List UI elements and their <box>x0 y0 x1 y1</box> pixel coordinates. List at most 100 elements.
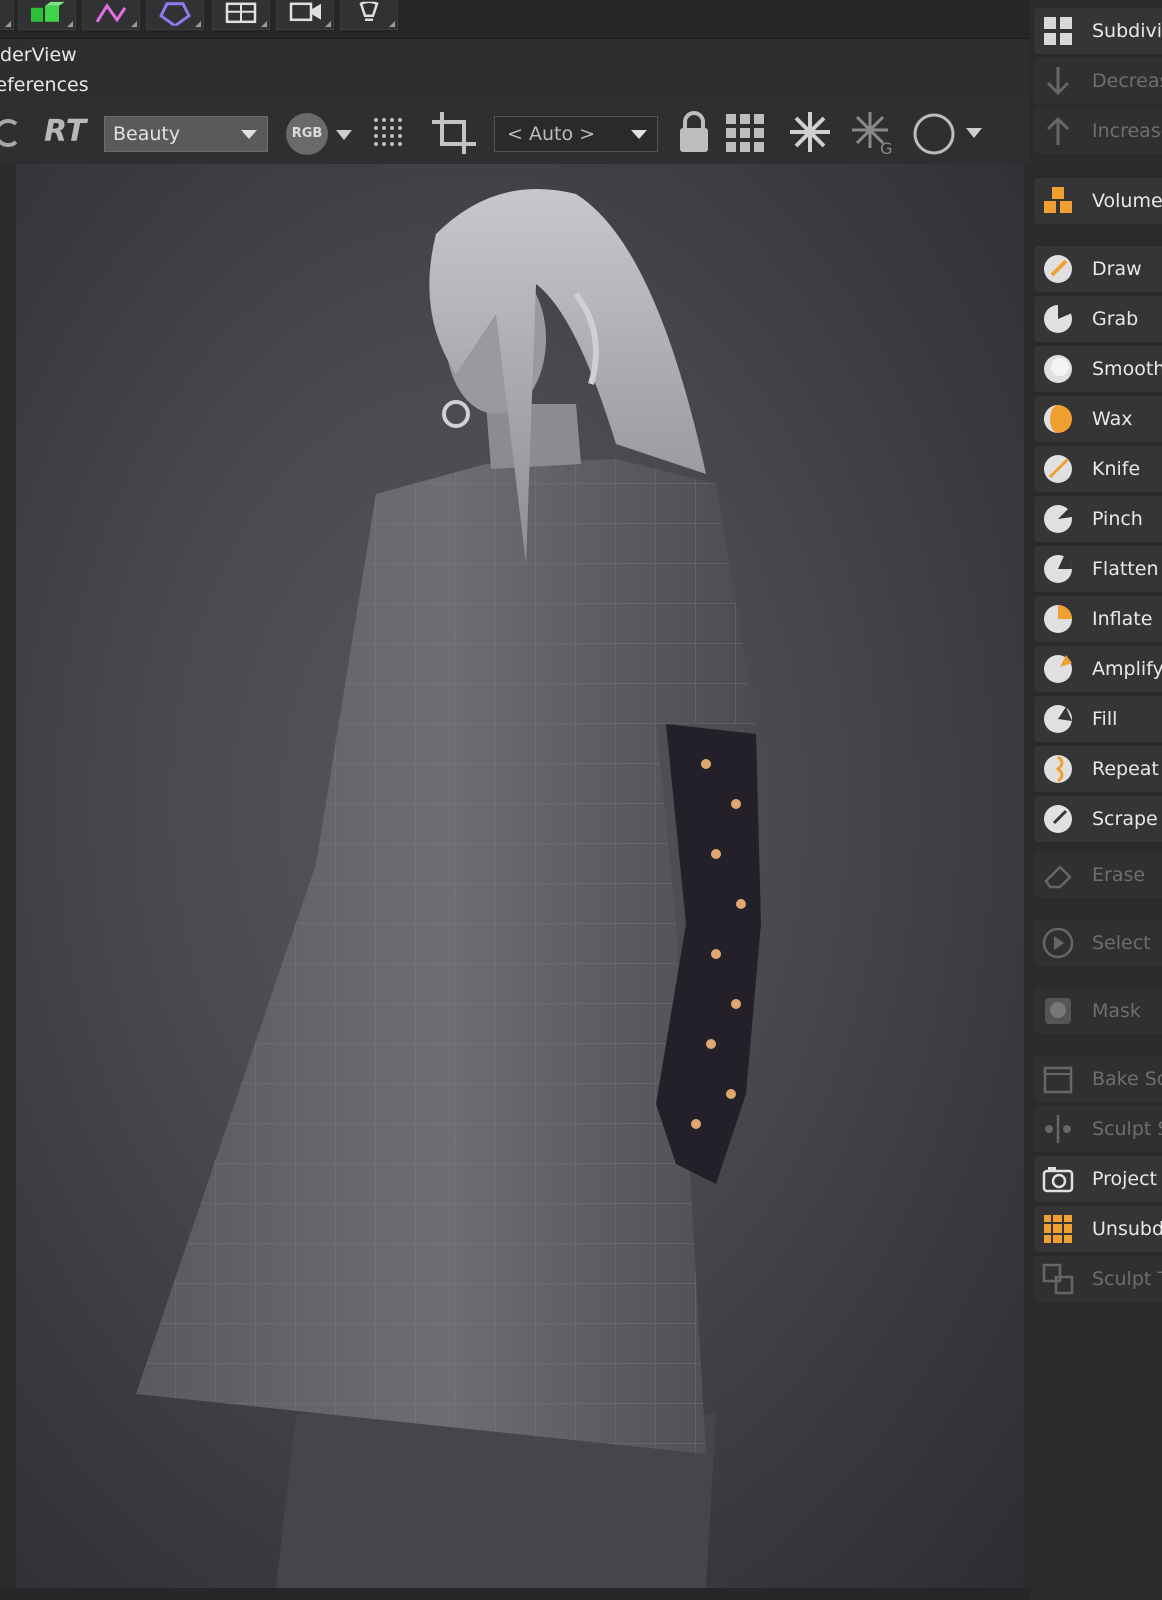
amplify-brush-icon <box>1044 655 1072 683</box>
render-view-menu-label: nderView <box>0 44 77 66</box>
preferences-menu[interactable]: references <box>0 70 1030 100</box>
unsubdivide-button[interactable]: Unsubd <box>1034 1206 1162 1252</box>
bake-sculpt-button[interactable]: Bake Sc <box>1034 1056 1162 1102</box>
cube-primitives-button[interactable] <box>18 0 76 30</box>
refresh-icon[interactable] <box>0 116 22 154</box>
amplify-brush-label: Amplify <box>1092 658 1162 680</box>
flatten-brush-button[interactable]: Flatten <box>1034 546 1162 592</box>
select-button[interactable]: Select <box>1034 920 1162 966</box>
project-label: Project <box>1092 1168 1158 1190</box>
viewport-toolbar: RT Beauty RGB < Auto > G <box>0 100 1030 164</box>
grid-icon <box>1044 17 1072 45</box>
arrow-down-icon <box>1046 67 1070 96</box>
sculpt-transfer-label: Sculpt T <box>1092 1268 1162 1290</box>
grab-brush-icon <box>1044 304 1072 333</box>
generator-button[interactable] <box>146 0 204 30</box>
sculpt-transfer-icon <box>1042 1263 1074 1295</box>
grab-brush-button[interactable]: Grab <box>1034 296 1162 342</box>
knife-brush-icon <box>1044 455 1072 483</box>
tile-grid-icon[interactable] <box>724 112 766 158</box>
bake-icon <box>1043 1066 1073 1094</box>
freeze-icon[interactable] <box>788 110 832 158</box>
render-view-menu[interactable]: nderView <box>0 40 1030 70</box>
camera-project-icon <box>1042 1167 1074 1193</box>
green-cubes-icon <box>31 1 65 22</box>
draw-brush-button[interactable]: Draw <box>1034 246 1162 292</box>
draw-brush-label: Draw <box>1092 258 1142 280</box>
unsubdivide-label: Unsubd <box>1092 1218 1162 1240</box>
rendered-figure <box>136 189 761 1588</box>
wax-brush-button[interactable]: Wax <box>1034 396 1162 442</box>
mask-label: Mask <box>1092 1000 1141 1022</box>
subdivide-label: Subdivic <box>1092 20 1162 42</box>
project-button[interactable]: Project <box>1034 1156 1162 1202</box>
knife-brush-button[interactable]: Knife <box>1034 446 1162 492</box>
scrape-brush-label: Scrape <box>1092 808 1158 830</box>
rt-toggle[interactable]: RT <box>44 114 86 149</box>
region-dropdown-icon[interactable] <box>966 128 982 138</box>
render-viewport[interactable] <box>16 164 1024 1588</box>
repeat-brush-button[interactable]: Repeat <box>1034 746 1162 792</box>
auto-region-select[interactable]: < Auto > <box>494 116 658 152</box>
camera-button[interactable] <box>276 0 334 30</box>
render-pass-select[interactable]: Beauty <box>104 116 268 152</box>
floor-button[interactable] <box>212 0 270 30</box>
fill-brush-button[interactable]: Fill <box>1034 696 1162 742</box>
chevron-down-icon <box>631 130 647 139</box>
wax-brush-label: Wax <box>1092 408 1133 430</box>
scrape-brush-button[interactable]: Scrape <box>1034 796 1162 842</box>
channel-dropdown-icon[interactable] <box>336 130 352 140</box>
camera-icon <box>289 2 321 21</box>
bake-sculpt-label: Bake Sc <box>1092 1068 1162 1090</box>
circle-region-icon[interactable] <box>912 112 956 160</box>
flatten-brush-label: Flatten <box>1092 558 1159 580</box>
freeze-g-icon[interactable]: G <box>850 110 896 160</box>
chevron-down-icon <box>241 130 257 139</box>
increase-button[interactable]: Increase <box>1034 108 1162 154</box>
smooth-brush-label: Smooth <box>1092 358 1162 380</box>
symmetry-icon <box>1045 1115 1071 1143</box>
svg-text:G: G <box>880 139 892 156</box>
draw-brush-icon <box>1044 255 1072 283</box>
unsubdivide-icon <box>1044 1215 1072 1243</box>
auto-region-value: < Auto > <box>507 123 596 145</box>
volume-button[interactable]: Volume <box>1034 178 1162 224</box>
volume-label: Volume <box>1092 190 1162 212</box>
dot-grid-icon[interactable] <box>370 114 406 154</box>
sculpt-transfer-button[interactable]: Sculpt T <box>1034 1256 1162 1302</box>
pinch-brush-button[interactable]: Pinch <box>1034 496 1162 542</box>
rgb-channel-button[interactable]: RGB <box>286 113 328 155</box>
wax-brush-icon <box>1044 405 1072 433</box>
lock-icon[interactable] <box>676 110 712 158</box>
spline-pen-button[interactable] <box>82 0 140 30</box>
light-button[interactable] <box>340 0 398 30</box>
amplify-brush-button[interactable]: Amplify <box>1034 646 1162 692</box>
pinch-brush-icon <box>1044 505 1072 533</box>
preferences-menu-label: references <box>0 74 89 96</box>
mask-button[interactable]: Mask <box>1034 988 1162 1034</box>
erase-button[interactable]: Erase <box>1034 852 1162 898</box>
grab-brush-label: Grab <box>1092 308 1139 330</box>
sculpt-symmetry-label: Sculpt S <box>1092 1118 1162 1140</box>
viewport-left-edge <box>0 164 16 1588</box>
partial-tool-button[interactable] <box>0 0 14 30</box>
smooth-brush-icon <box>1044 355 1072 383</box>
crop-icon[interactable] <box>430 110 478 160</box>
pinch-brush-label: Pinch <box>1092 508 1143 530</box>
repeat-brush-label: Repeat <box>1092 758 1159 780</box>
spline-pen-icon <box>95 2 127 23</box>
arrow-up-icon <box>1046 116 1070 145</box>
flatten-brush-icon <box>1044 555 1073 583</box>
volume-cubes-icon <box>1044 187 1072 213</box>
select-label: Select <box>1092 932 1151 954</box>
smooth-brush-button[interactable]: Smooth <box>1034 346 1162 392</box>
select-icon <box>1042 927 1074 959</box>
fill-brush-label: Fill <box>1092 708 1118 730</box>
decrease-button[interactable]: Decreas <box>1034 58 1162 104</box>
light-bulb-icon <box>359 1 379 21</box>
mask-icon <box>1045 998 1071 1024</box>
viewport-bottom-bar <box>0 1588 1030 1600</box>
subdivide-button[interactable]: Subdivic <box>1034 8 1162 54</box>
inflate-brush-button[interactable]: Inflate <box>1034 596 1162 642</box>
sculpt-symmetry-button[interactable]: Sculpt S <box>1034 1106 1162 1152</box>
